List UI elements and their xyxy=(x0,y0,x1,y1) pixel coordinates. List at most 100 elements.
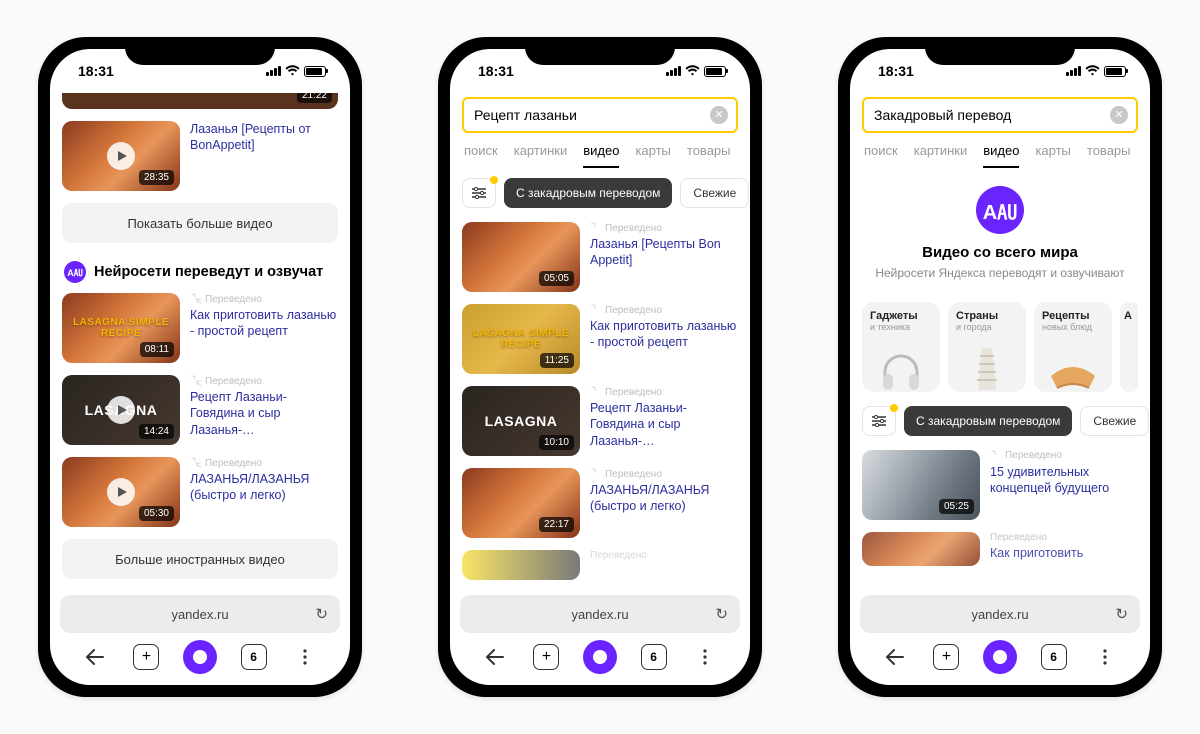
tab-images[interactable]: картинки xyxy=(914,143,968,168)
new-tab-button[interactable]: + xyxy=(933,644,959,670)
tab-video[interactable]: видео xyxy=(583,143,619,168)
menu-button[interactable] xyxy=(290,642,320,672)
category-card[interactable]: Страны и города xyxy=(948,302,1026,392)
alice-button[interactable] xyxy=(583,640,617,674)
address-bar[interactable]: yandex.ru ↻ xyxy=(860,595,1140,633)
address-bar[interactable]: yandex.ru ↻ xyxy=(460,595,740,633)
video-title[interactable]: Рецепт Лазаньи- Говядина и сыр Лазанья-… xyxy=(590,400,738,449)
sliders-icon xyxy=(872,415,886,427)
video-thumbnail[interactable]: LASAGNA 10:10 xyxy=(462,386,580,456)
video-duration: 05:05 xyxy=(539,271,574,286)
video-duration: 10:10 xyxy=(539,435,574,450)
reload-icon[interactable]: ↻ xyxy=(715,605,728,623)
video-item[interactable]: LASAGNA SIMPLE RECIPE 11:25 Переведено К… xyxy=(462,298,738,380)
video-item[interactable]: LASAGNA SIMPLE RECIPE 08:11 Переведено К… xyxy=(62,287,338,369)
video-item[interactable]: 05:30 Переведено ЛАЗАНЬЯ/ЛАЗАНЬЯ (быстро… xyxy=(62,451,338,533)
reload-icon[interactable]: ↻ xyxy=(315,605,328,623)
video-item[interactable]: 05:05 Переведено Лазанья [Рецепты Bon Ap… xyxy=(462,216,738,298)
video-thumbnail[interactable]: LASAGNA 14:24 xyxy=(62,375,180,445)
filter-button[interactable] xyxy=(462,178,496,208)
status-time: 18:31 xyxy=(478,63,514,79)
video-thumbnail[interactable]: 05:25 xyxy=(862,450,980,520)
filter-voiceover[interactable]: С закадровым переводом xyxy=(904,406,1072,436)
translated-label: Переведено xyxy=(590,550,738,561)
status-time: 18:31 xyxy=(878,63,914,79)
new-tab-button[interactable]: + xyxy=(533,644,559,670)
page-content: Закадровый перевод ✕ поиск картинки виде… xyxy=(850,93,1150,685)
signal-icon xyxy=(1066,66,1081,76)
video-item[interactable]: Переведено xyxy=(462,544,738,586)
category-title: Рецепты xyxy=(1042,310,1104,322)
status-icons xyxy=(666,65,726,77)
video-title[interactable]: 15 удивительных концепцей будущего xyxy=(990,464,1138,497)
menu-button[interactable] xyxy=(690,642,720,672)
clear-icon[interactable]: ✕ xyxy=(710,106,728,124)
back-button[interactable] xyxy=(880,642,910,672)
video-duration: 08:11 xyxy=(140,342,174,357)
video-title[interactable]: Как приготовить лазанью - простой рецепт xyxy=(190,307,338,340)
video-title[interactable]: Рецепт Лазаньи- Говядина и сыр Лазанья-… xyxy=(190,389,338,438)
status-time: 18:31 xyxy=(78,63,114,79)
video-thumbnail[interactable]: 05:30 xyxy=(62,457,180,527)
video-title[interactable]: Лазанья [Рецепты от BonAppetit] xyxy=(190,121,338,154)
translated-label: Переведено xyxy=(190,375,338,387)
tab-maps[interactable]: карты xyxy=(1035,143,1070,168)
tabs-button[interactable]: 6 xyxy=(241,644,267,670)
category-row[interactable]: Гаджеты и техника Страны и города Рецепт… xyxy=(862,292,1138,396)
more-foreign-button[interactable]: Больше иностранных видео xyxy=(62,539,338,579)
video-title[interactable]: Как приготовить лазанью - простой рецепт xyxy=(590,318,738,351)
video-thumbnail[interactable]: LASAGNA SIMPLE RECIPE 11:25 xyxy=(462,304,580,374)
tab-goods[interactable]: товары xyxy=(687,143,731,168)
wifi-icon xyxy=(285,65,300,77)
video-thumbnail-cut[interactable]: 21:22 xyxy=(62,93,338,109)
battery-icon xyxy=(304,66,326,77)
video-thumbnail[interactable]: LASAGNA SIMPLE RECIPE 08:11 xyxy=(62,293,180,363)
back-button[interactable] xyxy=(80,642,110,672)
tabs-button[interactable]: 6 xyxy=(1041,644,1067,670)
category-card[interactable]: А xyxy=(1120,302,1138,392)
video-title[interactable]: ЛАЗАНЬЯ/ЛАЗАНЬЯ (быстро и легко) xyxy=(190,471,338,504)
clear-icon[interactable]: ✕ xyxy=(1110,106,1128,124)
tab-images[interactable]: картинки xyxy=(514,143,568,168)
video-item[interactable]: LASAGNA 10:10 Переведено Рецепт Лазаньи-… xyxy=(462,380,738,462)
video-title[interactable]: Как приготовить xyxy=(990,545,1138,561)
video-title[interactable]: Лазанья [Рецепты Bon Appetit] xyxy=(590,236,738,269)
category-card[interactable]: Рецепты новых блюд xyxy=(1034,302,1112,392)
tab-maps[interactable]: карты xyxy=(635,143,670,168)
section-header: A㍳ Нейросети переведут и озвучат xyxy=(62,249,338,287)
tab-video[interactable]: видео xyxy=(983,143,1019,168)
alice-button[interactable] xyxy=(983,640,1017,674)
search-tabs: поиск картинки видео карты товары xyxy=(850,133,1150,168)
video-title[interactable]: ЛАЗАНЬЯ/ЛАЗАНЬЯ (быстро и легко) xyxy=(590,482,738,515)
reload-icon[interactable]: ↻ xyxy=(1115,605,1128,623)
search-input[interactable]: Закадровый перевод ✕ xyxy=(862,97,1138,133)
menu-button[interactable] xyxy=(1090,642,1120,672)
video-item[interactable]: LASAGNA 14:24 Переведено Рецепт Лазаньи-… xyxy=(62,369,338,451)
video-item[interactable]: 28:35 Лазанья [Рецепты от BonAppetit] xyxy=(62,115,338,197)
screen: 18:31 21:22 28:35 xyxy=(50,49,350,685)
filter-fresh[interactable]: Свежие xyxy=(1080,406,1149,436)
back-button[interactable] xyxy=(480,642,510,672)
video-thumbnail[interactable]: 05:05 xyxy=(462,222,580,292)
alice-button[interactable] xyxy=(183,640,217,674)
tab-search[interactable]: поиск xyxy=(864,143,898,168)
video-thumbnail[interactable]: 28:35 xyxy=(62,121,180,191)
search-input[interactable]: Рецепт лазаньи ✕ xyxy=(462,97,738,133)
address-bar[interactable]: yandex.ru ↻ xyxy=(60,595,340,633)
category-card[interactable]: Гаджеты и техника xyxy=(862,302,940,392)
filter-button[interactable] xyxy=(862,406,896,436)
video-item[interactable]: Переведено Как приготовить xyxy=(862,526,1138,572)
new-tab-button[interactable]: + xyxy=(133,644,159,670)
video-thumbnail[interactable] xyxy=(462,550,580,580)
tab-search[interactable]: поиск xyxy=(464,143,498,168)
video-item[interactable]: 05:25 Переведено 15 удивительных концепц… xyxy=(862,444,1138,526)
category-title: Страны xyxy=(956,310,1018,322)
video-thumbnail[interactable] xyxy=(862,532,980,566)
filter-fresh[interactable]: Свежие xyxy=(680,178,749,208)
show-more-button[interactable]: Показать больше видео xyxy=(62,203,338,243)
filter-voiceover[interactable]: С закадровым переводом xyxy=(504,178,672,208)
tabs-button[interactable]: 6 xyxy=(641,644,667,670)
video-thumbnail[interactable]: 22:17 xyxy=(462,468,580,538)
video-item[interactable]: 22:17 Переведено ЛАЗАНЬЯ/ЛАЗАНЬЯ (быстро… xyxy=(462,462,738,544)
tab-goods[interactable]: товары xyxy=(1087,143,1131,168)
